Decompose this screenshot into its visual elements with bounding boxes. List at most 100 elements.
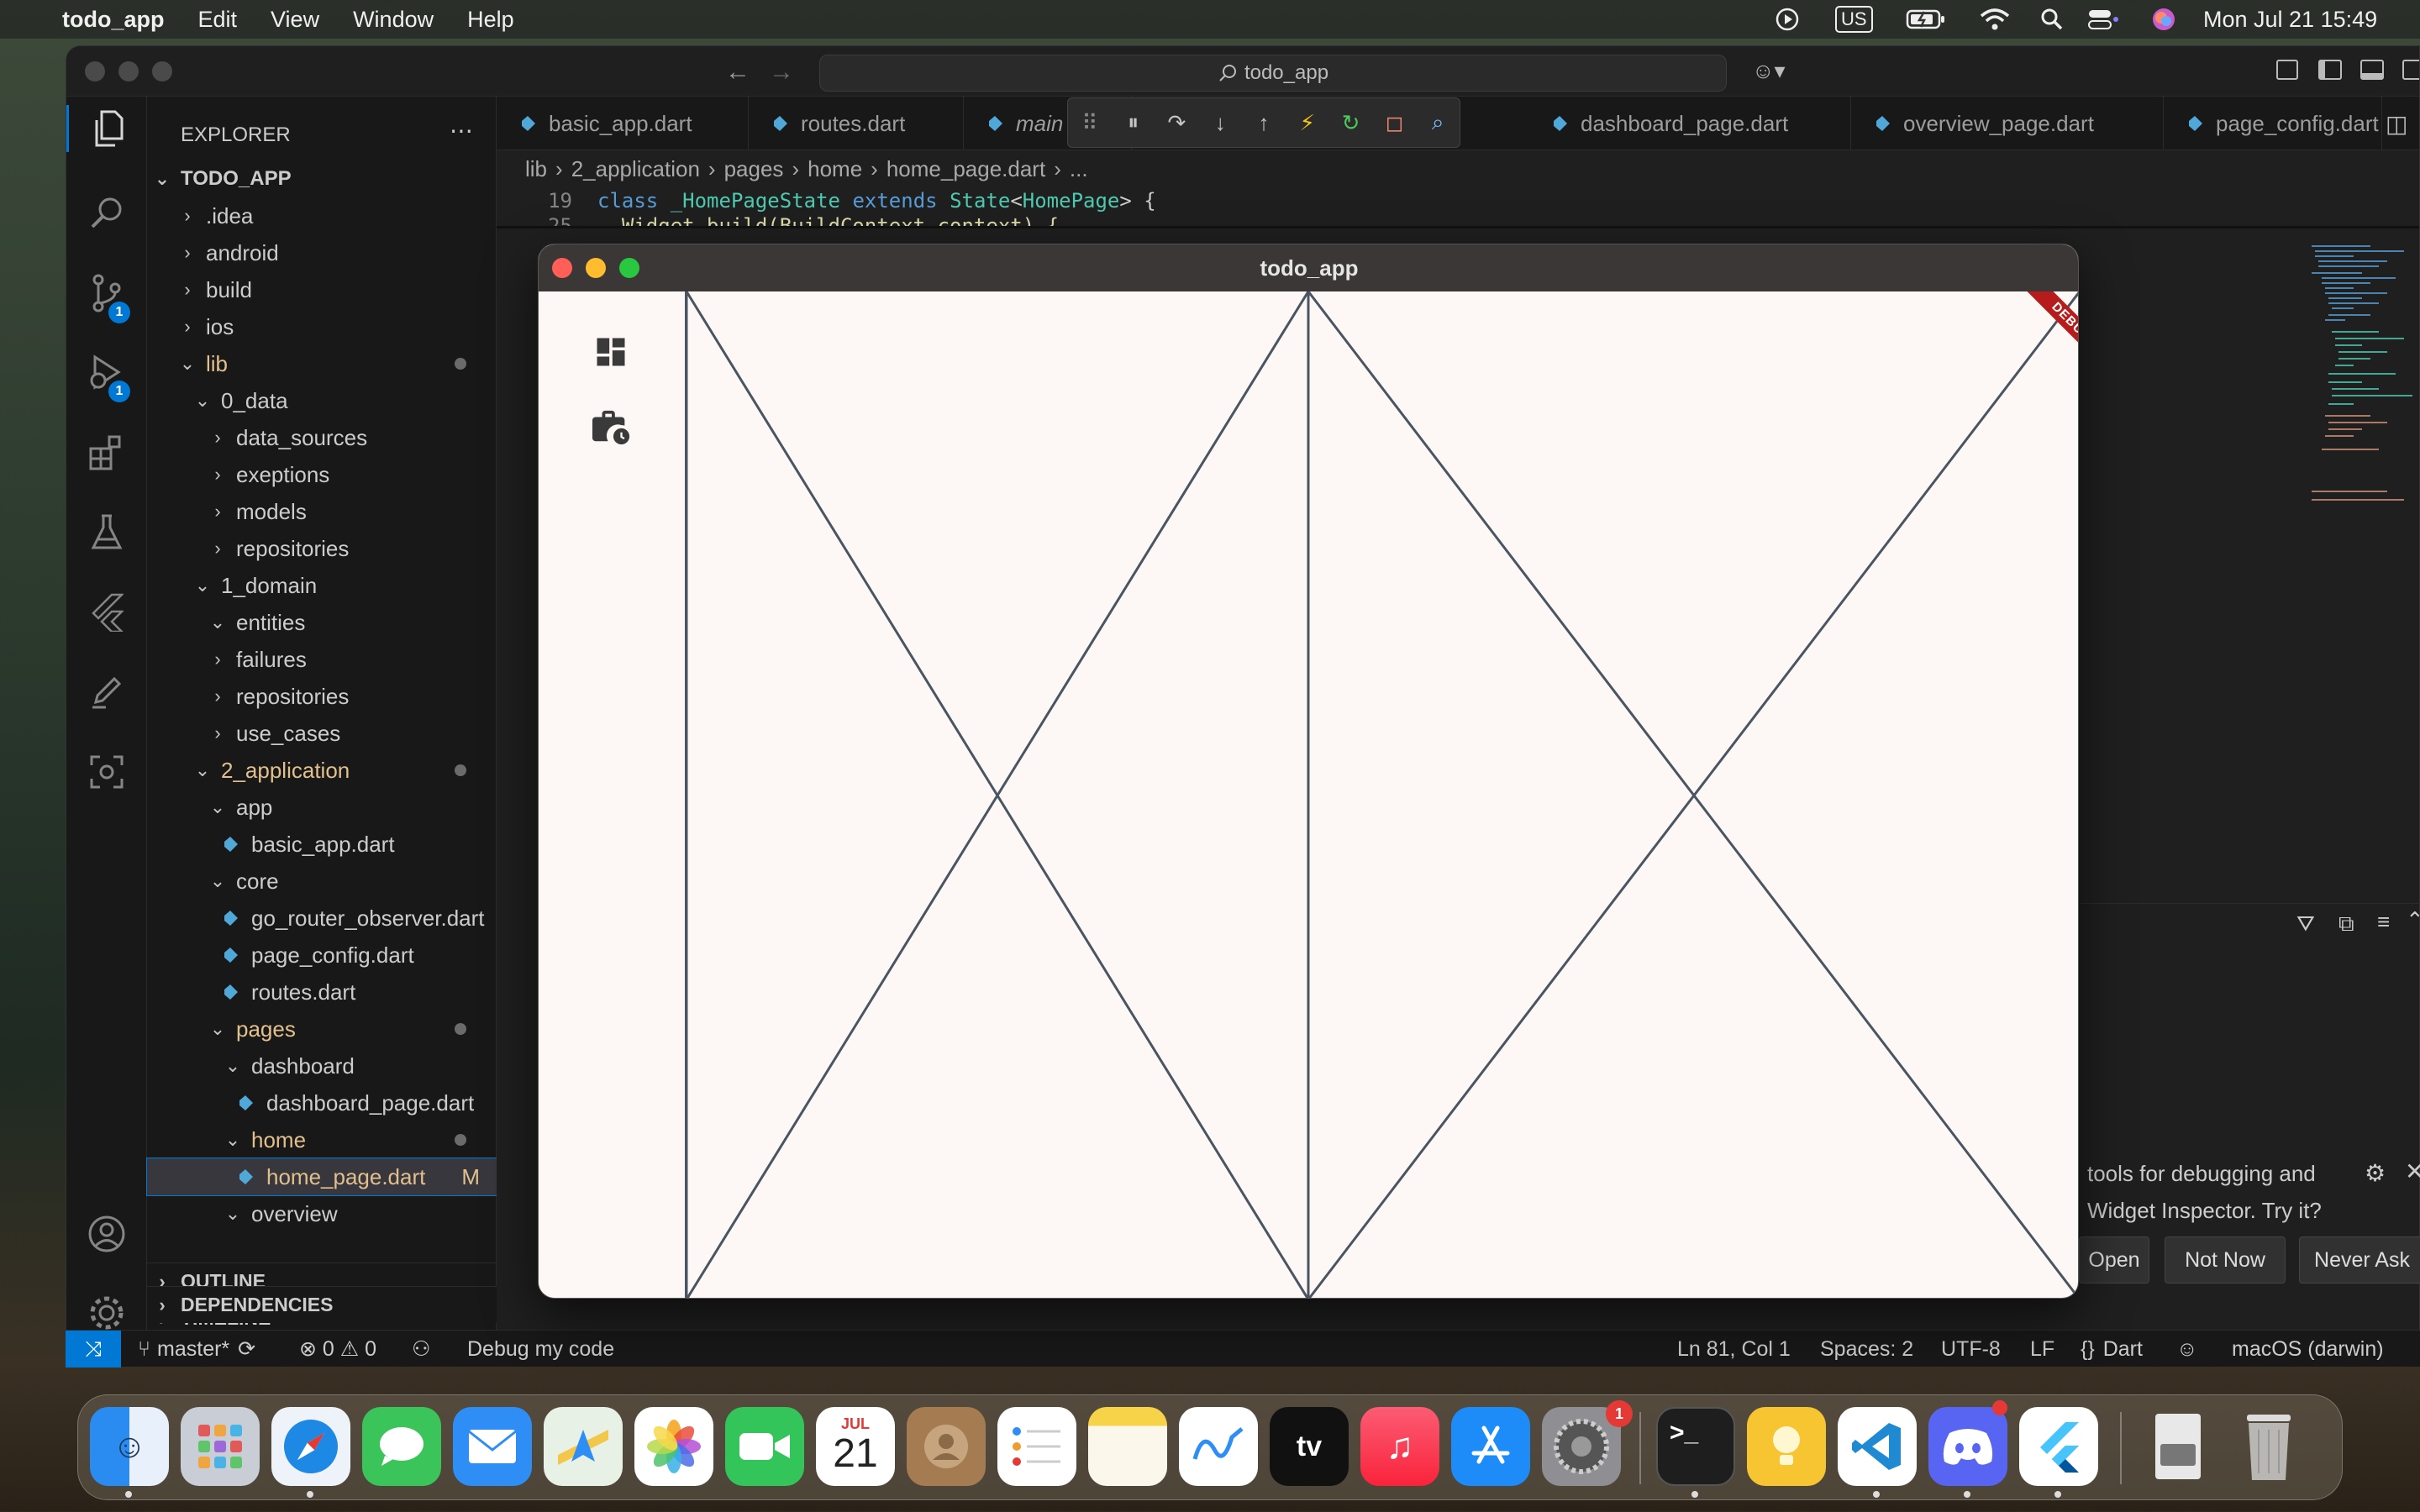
calendar-app-icon[interactable]: JUL 21 xyxy=(816,1407,895,1486)
freeform-app-icon[interactable] xyxy=(1179,1407,1258,1486)
debug-config[interactable]: Debug my code xyxy=(467,1331,614,1368)
tree-folder[interactable]: ⌄ 0_data xyxy=(147,382,497,419)
terminal-app-icon[interactable]: >_ xyxy=(1656,1407,1735,1486)
breadcrumb-item[interactable]: 2_application xyxy=(571,156,700,182)
menubar-clock[interactable]: Mon Jul 21 15:49 xyxy=(2203,0,2377,39)
trash-icon[interactable] xyxy=(2229,1407,2308,1486)
battery-icon[interactable] xyxy=(1906,0,1946,39)
menu-edit[interactable]: Edit xyxy=(198,7,238,33)
tree-folder[interactable]: › failures xyxy=(147,641,497,678)
notes-app-icon[interactable] xyxy=(1088,1407,1167,1486)
menu-help[interactable]: Help xyxy=(467,7,514,33)
discord-app-icon[interactable] xyxy=(1928,1407,2007,1486)
tree-file[interactable]: go_router_observer.dart xyxy=(147,900,497,937)
vscode-app-icon[interactable] xyxy=(1838,1407,1917,1486)
tab-dashboard-page[interactable]: dashboard_page.dart xyxy=(1528,97,1851,150)
language-mode[interactable]: {} Dart xyxy=(2081,1331,2143,1368)
safari-app-icon[interactable] xyxy=(271,1407,350,1486)
copilot-icon[interactable]: ☺▾ xyxy=(1752,58,1786,84)
extensions-icon[interactable] xyxy=(83,429,130,476)
tab-page-config[interactable]: page_config.dart xyxy=(2164,97,2382,150)
step-over-icon[interactable]: ↷ xyxy=(1155,110,1199,136)
restart-icon[interactable]: ↻ xyxy=(1329,110,1373,136)
tips-app-icon[interactable] xyxy=(1747,1407,1826,1486)
tree-folder[interactable]: ⌄ home xyxy=(147,1121,497,1158)
tree-folder[interactable]: ⌄ dashboard xyxy=(147,1047,497,1084)
notification-gear-icon[interactable]: ⚙ xyxy=(2365,1159,2386,1187)
tree-folder[interactable]: › ios xyxy=(147,308,497,345)
maximize-panel-icon[interactable]: ⌃ xyxy=(2406,907,2419,933)
window-close-button[interactable] xyxy=(85,61,105,81)
not-now-button[interactable]: Not Now xyxy=(2165,1236,2286,1284)
tree-folder[interactable]: › repositories xyxy=(147,678,497,715)
tree-folder[interactable]: ⌄ entities xyxy=(147,604,497,641)
project-root[interactable]: ⌄ TODO_APP xyxy=(147,160,497,197)
spotlight-search-icon[interactable] xyxy=(2040,0,2064,39)
customize-layout-icon[interactable] xyxy=(2276,60,2298,80)
flutter-zoom-button[interactable] xyxy=(619,258,639,278)
tree-folder[interactable]: › data_sources xyxy=(147,419,497,456)
siri-icon[interactable] xyxy=(2151,0,2176,39)
open-button[interactable]: Open xyxy=(2079,1236,2149,1284)
window-minimize-button[interactable] xyxy=(118,61,139,81)
facetime-app-icon[interactable] xyxy=(725,1407,804,1486)
tree-file[interactable]: basic_app.dart xyxy=(147,826,497,863)
breadcrumb-item[interactable]: pages xyxy=(724,156,784,182)
tab-basic-app[interactable]: basic_app.dart xyxy=(497,97,749,150)
tree-file[interactable]: home_page.dart M xyxy=(146,1158,497,1196)
tree-file[interactable]: page_config.dart xyxy=(147,937,497,974)
tree-folder[interactable]: ⌄ app xyxy=(147,789,497,826)
testing-icon[interactable] xyxy=(83,508,130,555)
encoding[interactable]: UTF-8 xyxy=(1941,1331,2001,1368)
breadcrumb-item[interactable]: ... xyxy=(1070,156,1088,182)
stop-icon[interactable]: ◻ xyxy=(1372,110,1416,136)
end-of-line[interactable]: LF xyxy=(2030,1331,2054,1368)
tree-folder[interactable]: › android xyxy=(147,234,497,271)
toggle-secondary-sidebar-icon[interactable] xyxy=(2402,60,2419,80)
keyboard-input-indicator[interactable]: US xyxy=(1835,0,1873,39)
command-center-search[interactable]: todo_app xyxy=(819,55,1727,92)
tree-folder[interactable]: ⌄ core xyxy=(147,863,497,900)
contacts-app-icon[interactable] xyxy=(907,1407,986,1486)
branch-indicator[interactable]: ⑂ master* ⟳ xyxy=(138,1331,255,1368)
flutter-icon[interactable] xyxy=(83,589,130,636)
copy-all-icon[interactable]: ⧉ xyxy=(2338,911,2354,937)
more-actions-icon[interactable]: ⋯ xyxy=(450,117,473,144)
cursor-position[interactable]: Ln 81, Col 1 xyxy=(1677,1331,1791,1368)
archive-icon[interactable] xyxy=(2139,1407,2217,1486)
nav-back-icon[interactable]: ← xyxy=(725,58,750,87)
messages-app-icon[interactable] xyxy=(362,1407,441,1486)
code-line-25[interactable]: Widget build(BuildContext context) { xyxy=(597,214,1059,226)
explorer-icon[interactable] xyxy=(66,105,147,152)
menu-view[interactable]: View xyxy=(271,7,319,33)
maps-app-icon[interactable] xyxy=(544,1407,623,1486)
problems-indicator[interactable]: ⊗ 0 ⚠ 0 xyxy=(299,1331,376,1368)
mail-app-icon[interactable] xyxy=(453,1407,532,1486)
play-icon[interactable] xyxy=(1775,0,1800,39)
tree-folder[interactable]: ⌄ 2_application xyxy=(147,752,497,789)
control-center-icon[interactable] xyxy=(2087,0,2121,39)
filter-icon[interactable]: ⛛ xyxy=(2296,911,2315,937)
tree-folder[interactable]: ⌄ 1_domain xyxy=(147,567,497,604)
target-platform[interactable]: macOS (darwin) xyxy=(2232,1331,2384,1368)
window-zoom-button[interactable] xyxy=(152,61,172,81)
tree-folder[interactable]: ⌄ lib xyxy=(147,345,497,382)
breadcrumb-item[interactable]: home xyxy=(808,156,862,182)
menu-window[interactable]: Window xyxy=(353,7,434,33)
tab-overview-page[interactable]: overview_page.dart xyxy=(1851,97,2164,150)
work-history-icon[interactable] xyxy=(592,407,633,448)
search-icon[interactable] xyxy=(83,189,130,236)
step-into-icon[interactable]: ↓ xyxy=(1198,110,1242,136)
accounts-icon[interactable] xyxy=(83,1210,130,1257)
tree-folder[interactable]: › use_cases xyxy=(147,715,497,752)
minimap[interactable] xyxy=(2303,239,2420,517)
wifi-icon[interactable] xyxy=(1980,0,2010,39)
drag-handle-icon[interactable]: ⠿ xyxy=(1068,110,1112,136)
step-out-icon[interactable]: ↑ xyxy=(1242,110,1286,136)
tree-file[interactable]: dashboard_page.dart xyxy=(147,1084,497,1121)
tree-folder[interactable]: › exeptions xyxy=(147,456,497,493)
tree-folder[interactable]: › build xyxy=(147,271,497,308)
pause-icon[interactable]: ⏸ xyxy=(1112,109,1155,136)
debug-profile-icon[interactable]: ⚇ xyxy=(412,1331,430,1368)
word-wrap-icon[interactable]: ≡ xyxy=(2377,909,2390,935)
